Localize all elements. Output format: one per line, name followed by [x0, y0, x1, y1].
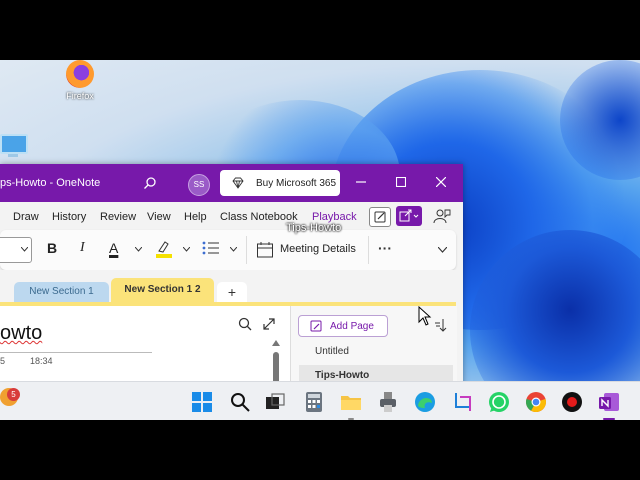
mouse-pointer-icon: [418, 306, 432, 326]
add-page-icon: [310, 320, 322, 332]
diamond-icon: [232, 177, 244, 189]
search-icon: [238, 317, 252, 331]
highlighter-icon[interactable]: [155, 239, 173, 259]
chrome-icon[interactable]: [525, 391, 547, 413]
edit-icon: [374, 211, 386, 223]
snipping-tool-icon[interactable]: [452, 391, 474, 413]
page-date: 5: [0, 356, 6, 366]
window-title: ps-Howto - OneNote: [0, 177, 101, 189]
more-options-button[interactable]: ···: [378, 240, 392, 256]
scroll-up-icon[interactable]: [272, 340, 280, 346]
search-icon[interactable]: [143, 176, 157, 190]
full-page-view-button[interactable]: [259, 314, 279, 334]
task-view-icon[interactable]: [264, 391, 286, 413]
desktop-icon-this-pc[interactable]: [0, 134, 28, 160]
monitor-icon: [0, 134, 28, 154]
minimize-icon: [356, 181, 366, 183]
divider: [368, 236, 369, 264]
page-title[interactable]: owto: [0, 322, 42, 345]
bold-button[interactable]: B: [47, 240, 57, 256]
maximize-icon: [395, 176, 407, 188]
share-icon: [399, 209, 419, 222]
chevron-down-icon: [21, 247, 28, 252]
page-time: 18:34: [30, 356, 53, 366]
active-indicator: [603, 418, 615, 420]
sort-icon[interactable]: [434, 318, 448, 332]
section-tabs: New Section 1 New Section 1 2 +: [0, 270, 463, 302]
tab-new-section-1[interactable]: New Section 1: [14, 282, 109, 302]
minimize-button[interactable]: [353, 175, 369, 191]
font-size-select[interactable]: [0, 237, 32, 263]
calendar-icon: [257, 242, 273, 258]
start-icon[interactable]: [191, 391, 213, 413]
maximize-button[interactable]: [393, 175, 409, 191]
menu-view[interactable]: View: [147, 211, 171, 223]
video-caption: Tips-Howto: [286, 222, 342, 234]
desktop-icon-label: Firefox: [66, 91, 94, 101]
share-button[interactable]: [396, 206, 422, 226]
bullet-list-icon[interactable]: [202, 240, 220, 256]
sticky-notes-button[interactable]: [369, 207, 391, 227]
divider: [246, 236, 247, 264]
chevron-down-icon[interactable]: [135, 247, 142, 252]
menu-help[interactable]: Help: [184, 211, 207, 223]
chevron-down-icon[interactable]: [230, 247, 237, 252]
buy-microsoft-365-button[interactable]: Buy Microsoft 365: [220, 170, 340, 196]
menu-history[interactable]: History: [52, 211, 86, 223]
menu-bar: Draw History Review View Help Class Note…: [0, 202, 463, 230]
add-section-button[interactable]: +: [217, 282, 247, 302]
calculator-icon[interactable]: [303, 391, 325, 413]
desktop-icon-firefox[interactable]: Firefox: [58, 60, 102, 101]
desktop: Firefox ps-Howto - OneNote SS Buy Micros…: [0, 60, 640, 420]
menu-draw[interactable]: Draw: [13, 211, 39, 223]
page-search-button[interactable]: [235, 314, 255, 334]
printer-icon[interactable]: [377, 391, 399, 413]
running-indicator: [348, 418, 354, 420]
record-icon[interactable]: [561, 391, 583, 413]
font-color-button[interactable]: A: [109, 240, 118, 256]
chevron-down-icon[interactable]: [438, 247, 447, 253]
firefox-icon: [66, 60, 94, 88]
title-bar[interactable]: ps-Howto - OneNote SS Buy Microsoft 365: [0, 164, 463, 202]
menu-review[interactable]: Review: [100, 211, 136, 223]
meeting-details-button[interactable]: Meeting Details: [256, 241, 356, 262]
taskbar: 5: [0, 381, 640, 420]
teams-icon[interactable]: [433, 208, 451, 224]
file-explorer-icon[interactable]: [340, 391, 362, 413]
whatsapp-icon[interactable]: [488, 391, 510, 413]
avatar[interactable]: SS: [188, 174, 210, 196]
close-icon: [435, 176, 447, 188]
page-list-item[interactable]: Untitled: [299, 341, 453, 361]
ribbon: B I A Meeting Details ··· Tips-Howto: [0, 222, 456, 270]
close-button[interactable]: [433, 175, 449, 191]
notification-badge: 5: [7, 388, 20, 401]
title-underline: [0, 352, 152, 353]
expand-icon: [263, 318, 275, 330]
tab-new-section-1-2[interactable]: New Section 1 2: [111, 278, 214, 302]
italic-button[interactable]: I: [80, 240, 85, 256]
edge-icon[interactable]: [414, 391, 436, 413]
add-page-button[interactable]: Add Page: [298, 315, 388, 337]
search-icon[interactable]: [229, 391, 251, 413]
chevron-down-icon[interactable]: [183, 247, 190, 252]
onenote-icon[interactable]: [598, 391, 620, 413]
